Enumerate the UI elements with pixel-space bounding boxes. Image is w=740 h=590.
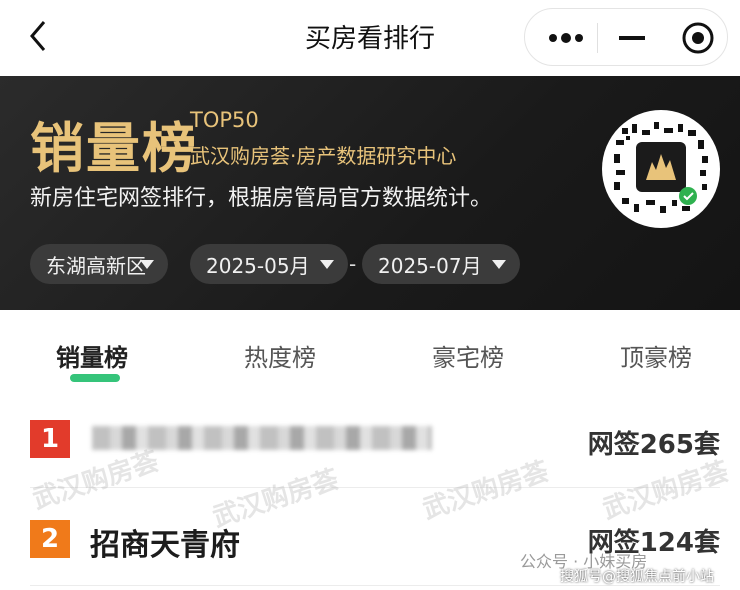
blurred-project-name <box>92 426 432 450</box>
tab-top-luxury[interactable]: 顶豪榜 <box>620 338 692 373</box>
capsule-divider <box>597 23 598 53</box>
more-dots-icon[interactable] <box>533 9 599 67</box>
tab-luxury[interactable]: 豪宅榜 <box>432 338 504 373</box>
tab-popularity[interactable]: 热度榜 <box>244 338 316 373</box>
sales-count: 网签265套 <box>587 430 720 460</box>
ranking-description: 新房住宅网签排行，根据房管局官方数据统计。 <box>30 186 493 211</box>
district-select[interactable]: 东湖高新区 <box>30 244 168 284</box>
end-month-select[interactable]: 2025-07月 <box>362 244 520 284</box>
active-tab-indicator <box>70 374 120 382</box>
source-watermark: 搜狐号@搜狐焦点前小站 <box>560 569 714 585</box>
ranking-title: 销量榜 <box>30 117 198 180</box>
date-range-separator: - <box>349 252 357 276</box>
nav-bar: 买房看排行 <box>0 0 740 76</box>
project-name: 招商天青府 <box>90 528 240 563</box>
qr-code[interactable] <box>602 110 720 228</box>
row-divider <box>30 487 720 488</box>
minimize-icon[interactable] <box>599 9 665 67</box>
rank-badge: 2 <box>30 520 70 558</box>
district-value: 东湖高新区 <box>46 253 146 278</box>
ranking-tabs: 销量榜 热度榜 豪宅榜 顶豪榜 <box>0 310 740 390</box>
org-name: 武汉购房荟·房产数据研究中心 <box>190 144 457 168</box>
caret-down-icon <box>320 260 334 269</box>
rank-badge: 1 <box>30 420 70 458</box>
mini-program-capsule <box>524 8 728 66</box>
target-circle-icon[interactable] <box>665 9 731 67</box>
start-month-select[interactable]: 2025-05月 <box>190 244 348 284</box>
ranking-header: 销量榜 TOP50 武汉购房荟·房产数据研究中心 新房住宅网签排行，根据房管局官… <box>0 76 740 310</box>
start-month-value: 2025-05月 <box>206 253 310 278</box>
tab-sales[interactable]: 销量榜 <box>56 338 128 373</box>
caret-down-icon <box>492 260 506 269</box>
caret-down-icon <box>140 260 154 269</box>
top50-badge: TOP50 <box>190 108 259 132</box>
end-month-value: 2025-07月 <box>378 253 482 278</box>
